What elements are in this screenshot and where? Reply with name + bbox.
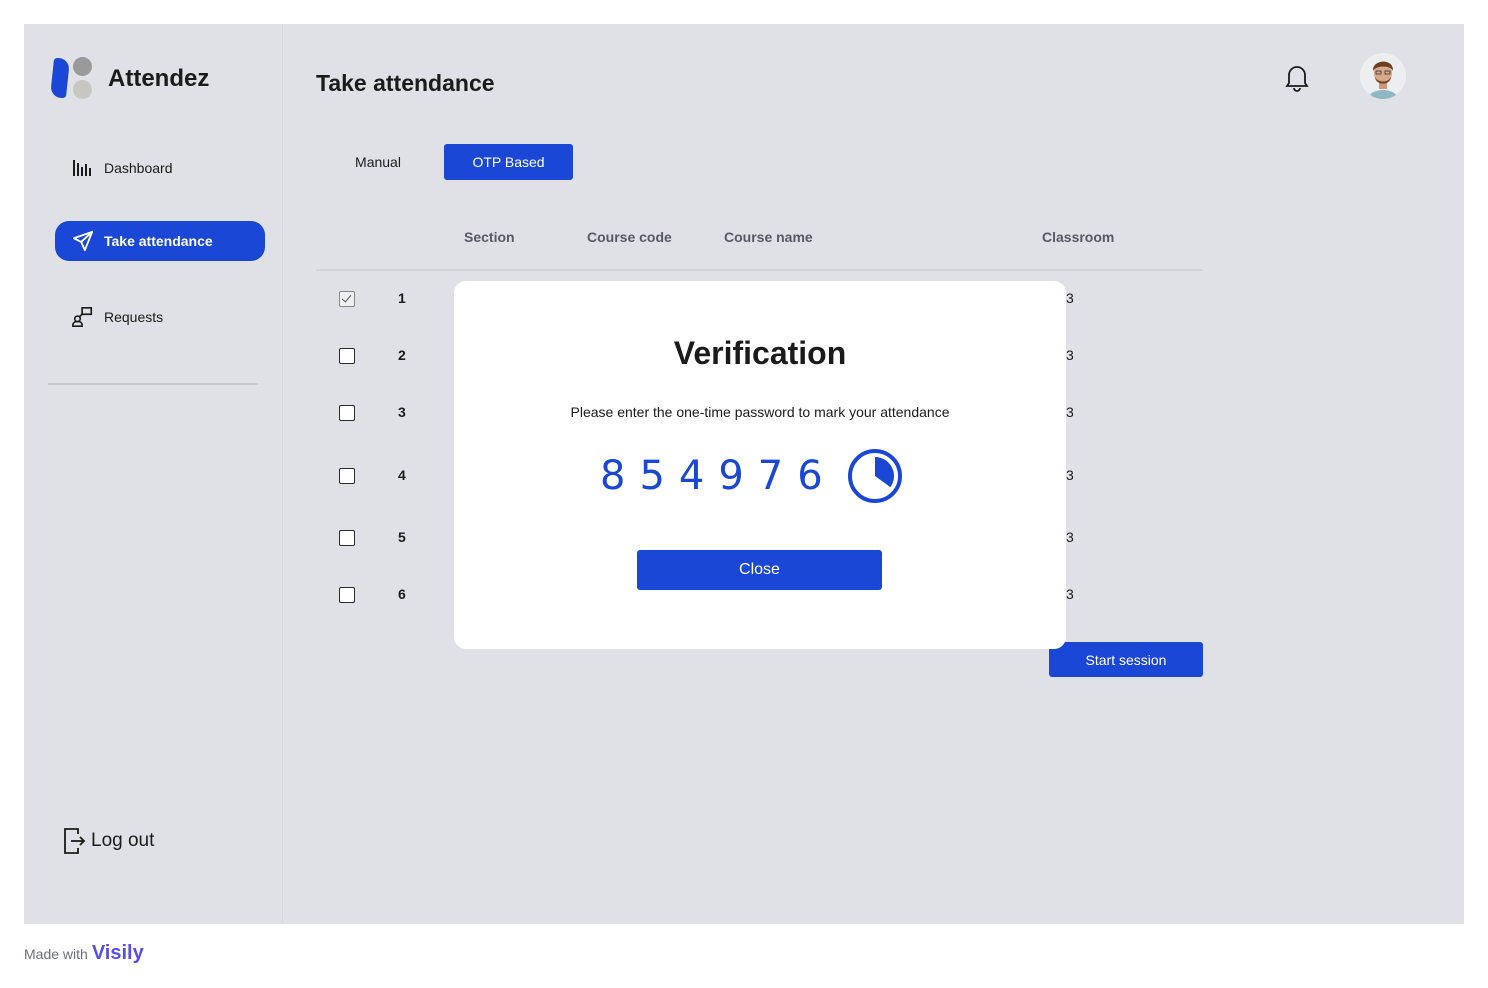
row-number: 6 xyxy=(398,586,406,602)
row-checkbox[interactable] xyxy=(339,291,355,307)
modal-title: Verification xyxy=(673,335,847,371)
row-checkbox[interactable] xyxy=(339,348,355,364)
row-classroom: 3 xyxy=(1066,529,1074,545)
made-with-label: Made with xyxy=(24,945,88,962)
tab-manual[interactable]: Manual xyxy=(334,144,422,180)
row-checkbox[interactable] xyxy=(339,405,355,421)
sidebar-item-dashboard[interactable]: Dashboard xyxy=(55,148,265,188)
requests-icon xyxy=(72,306,94,328)
row-classroom: 3 xyxy=(1066,467,1074,483)
start-session-button[interactable]: Start session xyxy=(1049,642,1203,677)
otp-display: 854976 xyxy=(600,448,903,504)
row-classroom: 3 xyxy=(1066,290,1074,306)
row-number: 2 xyxy=(398,347,406,363)
sidebar: Attendez Dashboard Take attendance Reque… xyxy=(24,24,283,924)
row-classroom: 3 xyxy=(1066,347,1074,363)
table-header-divider xyxy=(316,269,1203,271)
row-checkbox[interactable] xyxy=(339,468,355,484)
verification-modal: Verification Please enter the one-time p… xyxy=(454,281,1066,649)
otp-code: 854976 xyxy=(600,453,837,499)
row-checkbox[interactable] xyxy=(339,587,355,603)
logo: Attendez xyxy=(49,57,210,101)
row-checkbox[interactable] xyxy=(339,530,355,546)
app-frame: Attendez Dashboard Take attendance Reque… xyxy=(24,24,1464,924)
column-header-course-code[interactable]: Course code xyxy=(587,229,672,245)
made-with-badge[interactable]: Made with Visily xyxy=(24,942,144,965)
app-name: Attendez xyxy=(108,65,210,92)
row-number: 1 xyxy=(398,290,406,306)
sidebar-item-label: Take attendance xyxy=(104,233,213,249)
row-classroom: 3 xyxy=(1066,404,1074,420)
avatar[interactable] xyxy=(1360,53,1406,99)
sidebar-item-take-attendance[interactable]: Take attendance xyxy=(55,221,265,261)
row-number: 3 xyxy=(398,404,406,420)
visily-logo: Visily xyxy=(91,942,144,964)
logout-button[interactable]: Log out xyxy=(62,826,154,856)
page-title: Take attendance xyxy=(316,70,495,96)
sidebar-divider xyxy=(48,383,258,385)
column-header-classroom[interactable]: Classroom xyxy=(1042,229,1114,245)
bar-chart-icon xyxy=(72,157,94,179)
row-number: 5 xyxy=(398,529,406,545)
sidebar-item-label: Requests xyxy=(104,309,164,325)
row-number: 4 xyxy=(398,467,406,483)
row-classroom: 3 xyxy=(1066,586,1074,602)
logout-label: Log out xyxy=(91,830,155,851)
timer-icon xyxy=(847,449,902,503)
column-header-section[interactable]: Section xyxy=(464,229,515,245)
logo-icon xyxy=(49,57,94,101)
logout-icon xyxy=(62,826,86,856)
modal-message: Please enter the one-time password to ma… xyxy=(570,404,950,420)
sidebar-item-label: Dashboard xyxy=(104,160,173,176)
sidebar-item-requests[interactable]: Requests xyxy=(55,297,265,337)
column-header-course-name[interactable]: Course name xyxy=(724,229,813,245)
close-button[interactable]: Close xyxy=(637,550,882,590)
tab-otp-based[interactable]: OTP Based xyxy=(444,144,573,180)
bell-icon[interactable] xyxy=(1280,60,1314,94)
send-icon xyxy=(72,230,94,252)
